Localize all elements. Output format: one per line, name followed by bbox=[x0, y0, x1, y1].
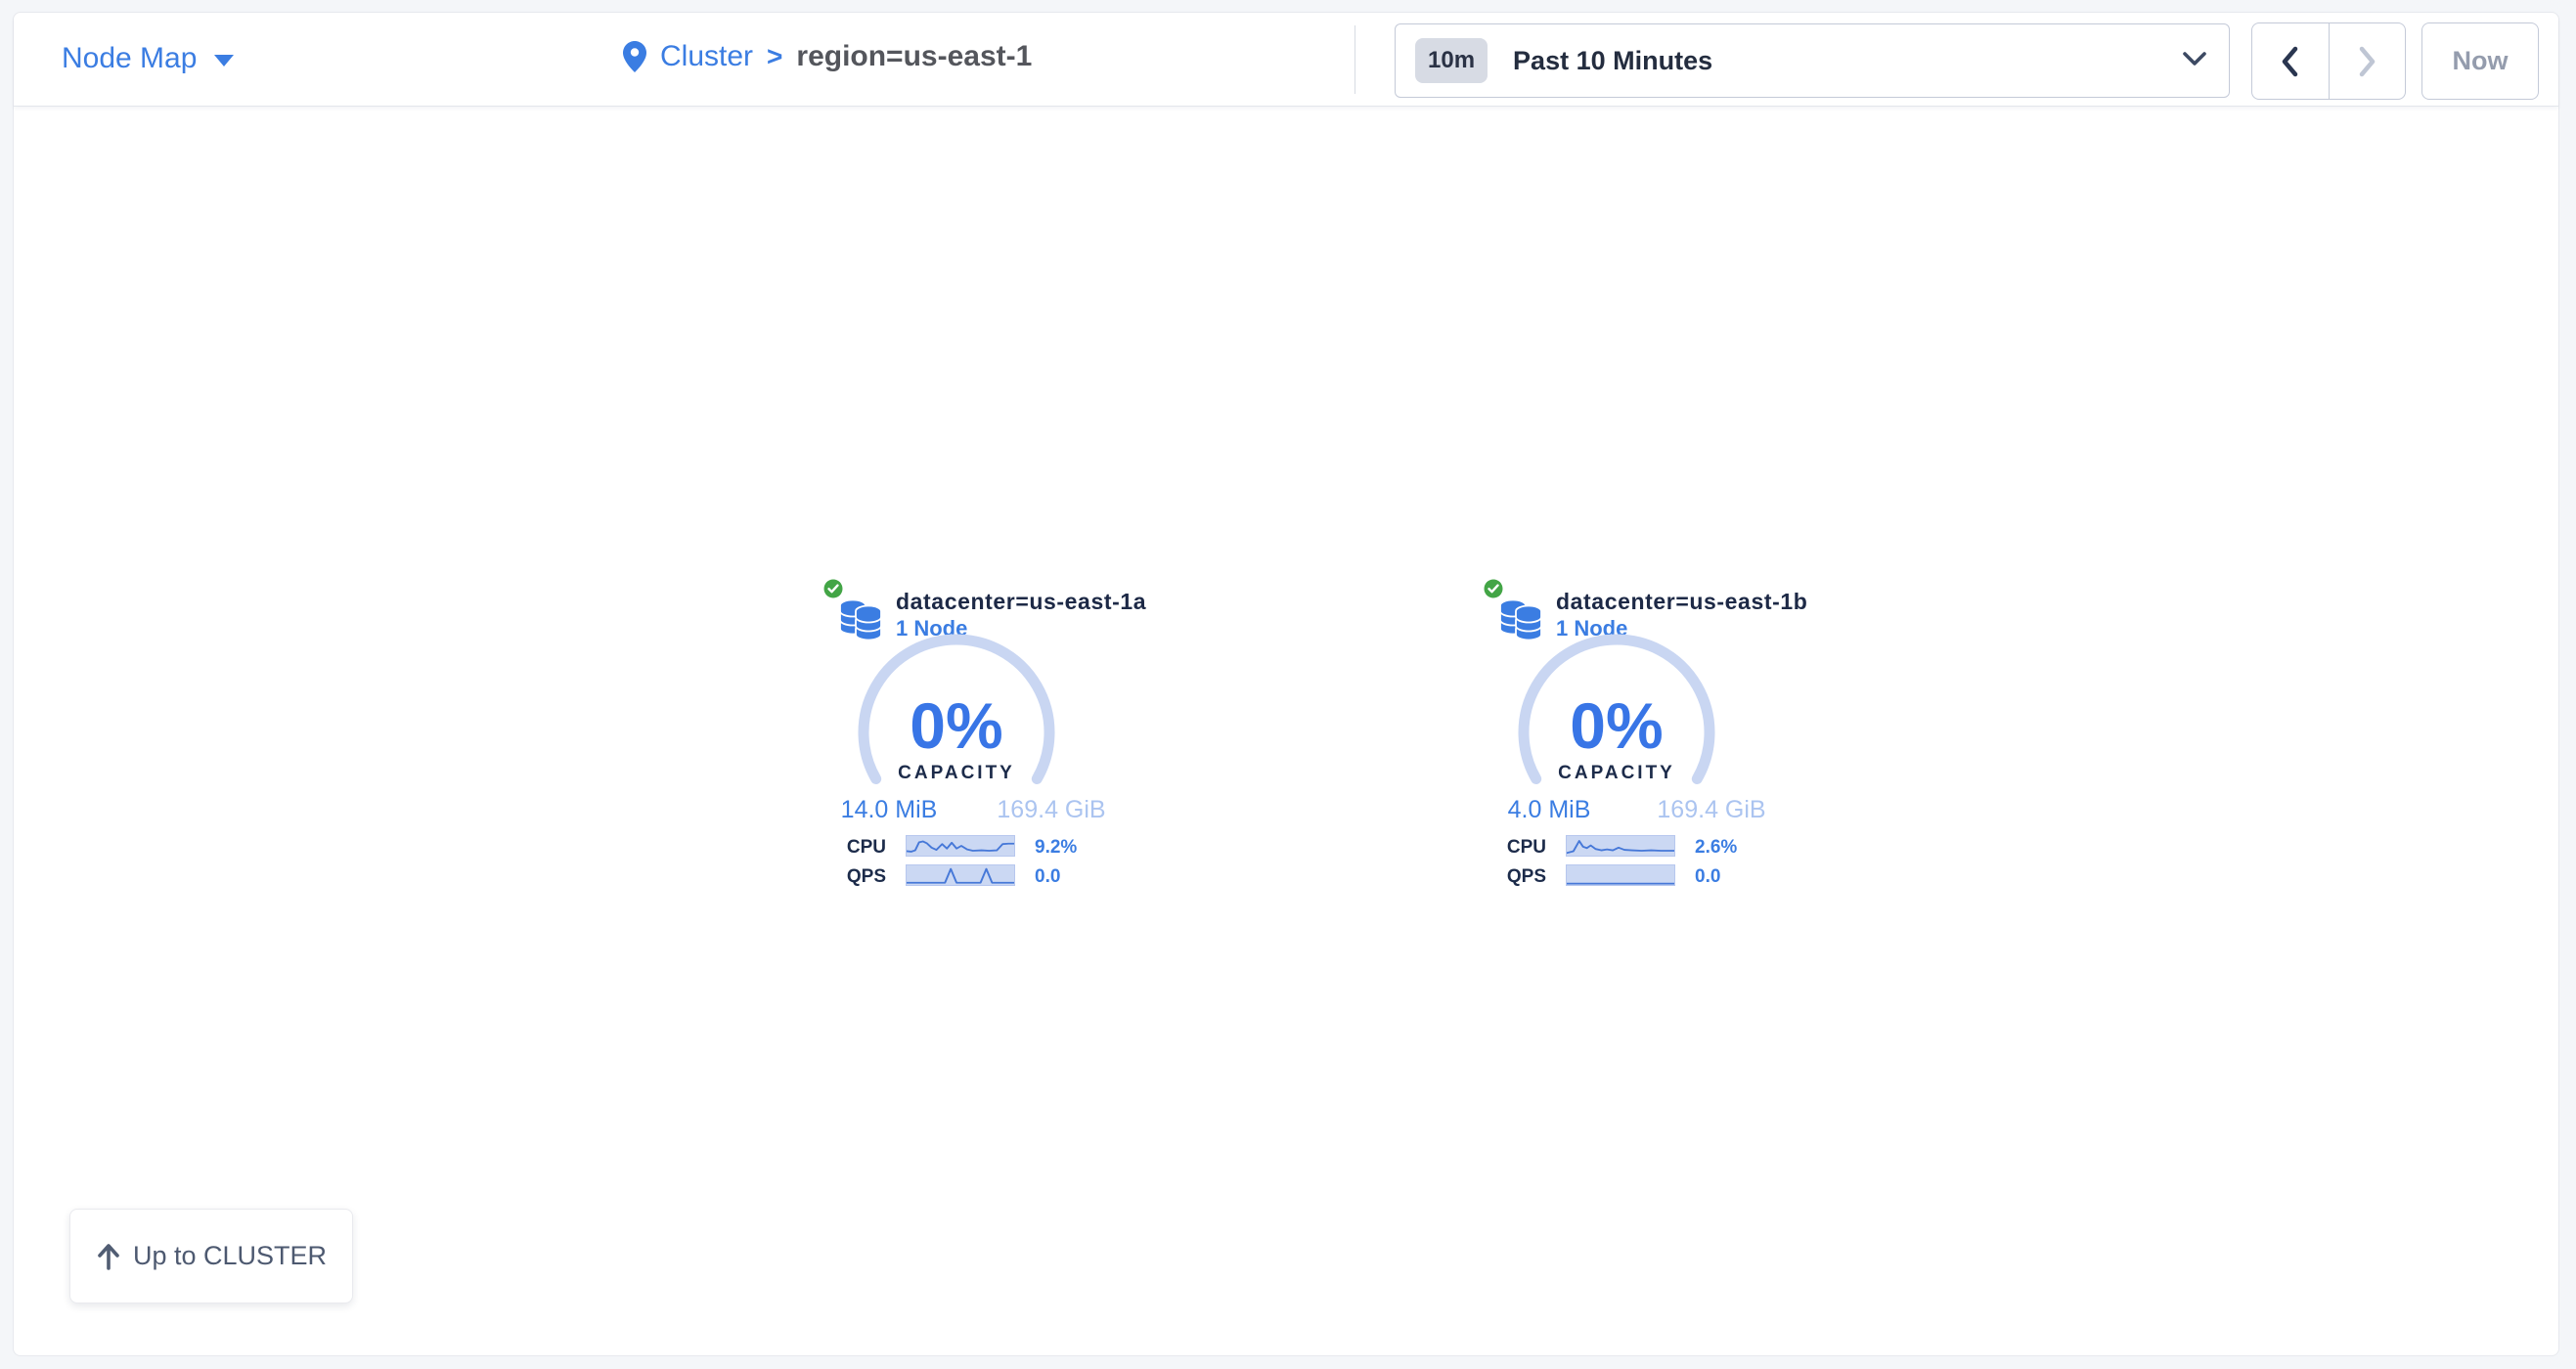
time-range-dropdown[interactable]: 10m Past 10 Minutes bbox=[1395, 23, 2230, 98]
capacity-percent: 0% bbox=[910, 693, 1002, 758]
capacity-total: 169.4 GiB bbox=[1657, 796, 1765, 824]
qps-label: QPS bbox=[1483, 866, 1546, 888]
now-button[interactable]: Now bbox=[2421, 22, 2539, 100]
capacity-percent: 0% bbox=[1570, 693, 1663, 758]
breadcrumb-separator: > bbox=[767, 41, 782, 72]
capacity-caption: CAPACITY bbox=[898, 763, 1015, 784]
cpu-sparkline bbox=[1566, 835, 1675, 857]
chevron-left-icon bbox=[2280, 45, 2301, 78]
breadcrumb-cluster-link[interactable]: Cluster bbox=[660, 40, 753, 73]
time-range-badge: 10m bbox=[1415, 38, 1488, 83]
capacity-caption: CAPACITY bbox=[1558, 763, 1675, 784]
view-selector-label: Node Map bbox=[62, 42, 197, 75]
locality-card-us-east-1b[interactable]: datacenter=us-east-1b 1 Node 0% CAPACITY… bbox=[1483, 573, 1786, 901]
cpu-value: 2.6% bbox=[1695, 837, 1737, 859]
capacity-used: 14.0 MiB bbox=[841, 796, 938, 824]
caret-down-icon bbox=[214, 55, 234, 66]
location-pin-icon bbox=[623, 41, 646, 72]
now-button-label: Now bbox=[2453, 46, 2509, 76]
locality-name: datacenter=us-east-1a bbox=[896, 589, 1146, 615]
time-range-label: Past 10 Minutes bbox=[1513, 46, 1712, 76]
breadcrumb: Cluster > region=us-east-1 bbox=[623, 40, 1032, 73]
time-next-button[interactable] bbox=[2330, 23, 2406, 99]
chevron-right-icon bbox=[2356, 45, 2377, 78]
capacity-used: 4.0 MiB bbox=[1508, 796, 1591, 824]
capacity-total: 169.4 GiB bbox=[997, 796, 1105, 824]
arrow-up-icon bbox=[96, 1242, 121, 1271]
qps-value: 0.0 bbox=[1695, 866, 1720, 888]
cpu-value: 9.2% bbox=[1035, 837, 1077, 859]
up-to-cluster-button[interactable]: Up to CLUSTER bbox=[69, 1209, 353, 1303]
qps-sparkline bbox=[906, 864, 1015, 886]
node-map-panel: Node Map Cluster > region=us-east-1 10m … bbox=[13, 12, 2559, 1356]
cpu-label: CPU bbox=[822, 837, 886, 859]
time-prev-button[interactable] bbox=[2252, 23, 2330, 99]
cpu-sparkline bbox=[906, 835, 1015, 857]
cpu-label: CPU bbox=[1483, 837, 1546, 859]
qps-label: QPS bbox=[822, 866, 886, 888]
breadcrumb-current: region=us-east-1 bbox=[796, 40, 1032, 73]
qps-value: 0.0 bbox=[1035, 866, 1060, 888]
qps-sparkline bbox=[1566, 864, 1675, 886]
locality-card-us-east-1a[interactable]: datacenter=us-east-1a 1 Node 0% CAPACITY… bbox=[822, 573, 1126, 901]
header-bar: Node Map Cluster > region=us-east-1 10m … bbox=[14, 13, 2558, 107]
chevron-down-icon bbox=[2182, 50, 2207, 67]
time-nav-arrows bbox=[2251, 22, 2406, 100]
up-to-cluster-label: Up to CLUSTER bbox=[133, 1241, 327, 1271]
view-selector-dropdown[interactable]: Node Map bbox=[62, 42, 234, 75]
locality-name: datacenter=us-east-1b bbox=[1556, 589, 1807, 615]
